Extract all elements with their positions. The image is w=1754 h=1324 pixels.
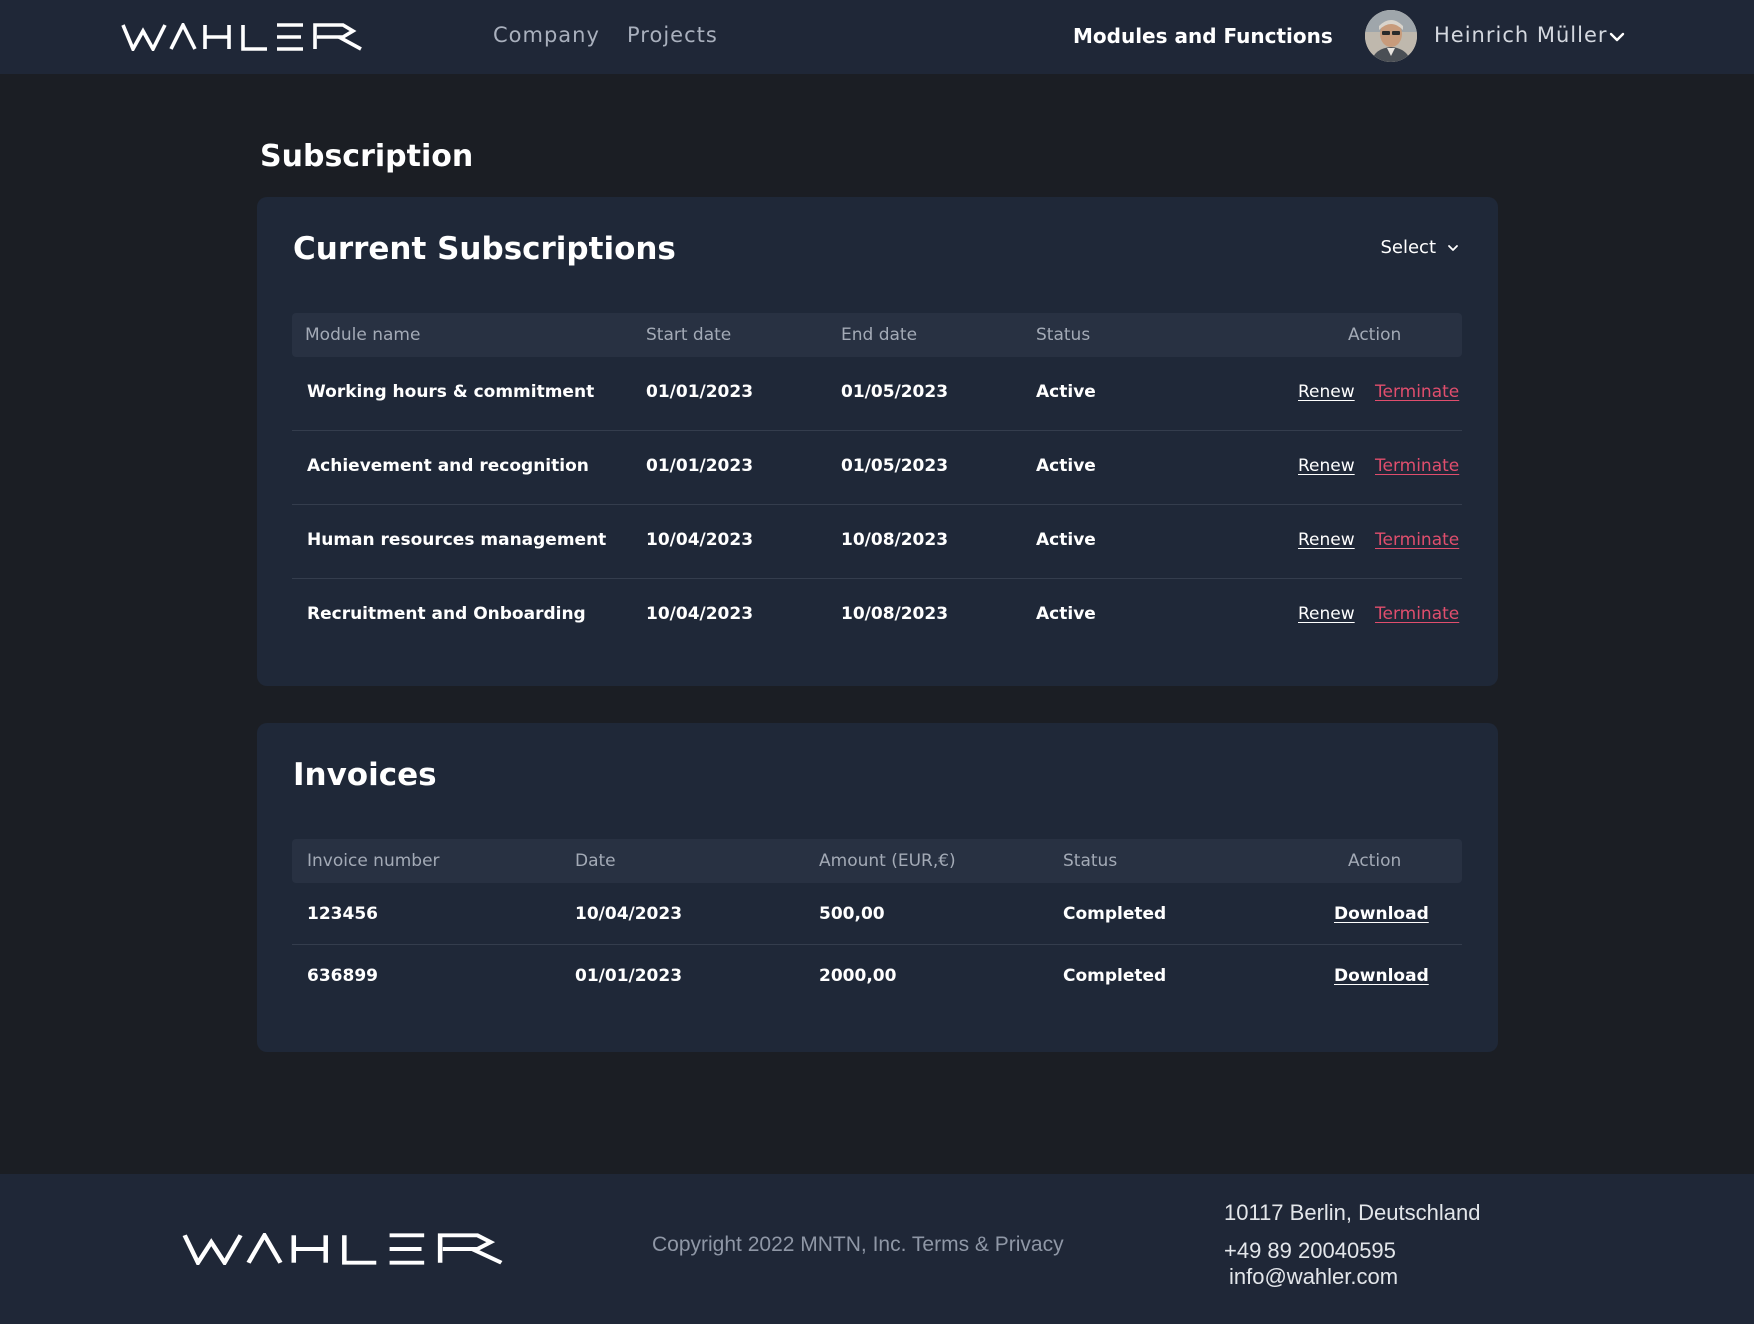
renew-link[interactable]: Renew: [1298, 604, 1355, 624]
column-header-start: Start date: [646, 325, 732, 345]
invoice-date: 01/01/2023: [575, 966, 683, 986]
status-text: Completed: [1063, 904, 1167, 924]
module-name: Working hours & commitment: [307, 382, 595, 402]
terminate-link[interactable]: Terminate: [1375, 604, 1459, 624]
end-date: 10/08/2023: [841, 604, 949, 624]
chevron-down-icon: [1448, 244, 1458, 251]
terms-privacy-link[interactable]: Terms & Privacy: [912, 1233, 1064, 1256]
card-title: Invoices: [293, 757, 437, 793]
table-row: 123456 10/04/2023 500,00 Completed Downl…: [292, 883, 1462, 945]
terminate-link[interactable]: Terminate: [1375, 382, 1459, 402]
start-date: 10/04/2023: [646, 604, 754, 624]
download-link[interactable]: Download: [1334, 904, 1429, 924]
status-text: Active: [1036, 604, 1096, 624]
subscriptions-table: Module name Start date End date Status A…: [292, 313, 1462, 652]
module-name: Achievement and recognition: [307, 456, 589, 476]
terminate-link[interactable]: Terminate: [1375, 456, 1459, 476]
invoice-number: 123456: [307, 904, 378, 924]
page-title: Subscription: [260, 139, 474, 174]
end-date: 10/08/2023: [841, 530, 949, 550]
module-name: Recruitment and Onboarding: [307, 604, 586, 624]
wahler-logo[interactable]: [121, 23, 366, 51]
invoices-table: Invoice number Date Amount (EUR,€) Statu…: [292, 839, 1462, 1006]
column-header-action: Action: [1348, 325, 1402, 345]
footer-phone[interactable]: +49 89 20040595: [1224, 1238, 1396, 1264]
status-text: Active: [1036, 456, 1096, 476]
column-header-status: Status: [1063, 851, 1118, 871]
user-avatar[interactable]: [1365, 10, 1417, 62]
footer-email[interactable]: info@wahler.com: [1229, 1264, 1398, 1290]
module-name: Human resources management: [307, 530, 607, 550]
start-date: 10/04/2023: [646, 530, 754, 550]
copyright: Copyright 2022 MNTN, Inc. Terms & Privac…: [652, 1233, 1064, 1257]
current-subscriptions-card: Current Subscriptions Select Module name…: [257, 197, 1498, 686]
start-date: 01/01/2023: [646, 456, 754, 476]
download-link[interactable]: Download: [1334, 966, 1429, 986]
status-text: Completed: [1063, 966, 1167, 986]
user-name[interactable]: Heinrich Müller: [1434, 23, 1608, 47]
nav-projects[interactable]: Projects: [627, 23, 718, 47]
table-header: Invoice number Date Amount (EUR,€) Statu…: [292, 839, 1462, 883]
wahler-logo[interactable]: [182, 1233, 508, 1265]
invoices-card: Invoices Invoice number Date Amount (EUR…: [257, 723, 1498, 1052]
status-text: Active: [1036, 530, 1096, 550]
end-date: 01/05/2023: [841, 456, 949, 476]
select-label: Select: [1380, 237, 1436, 258]
invoice-number: 636899: [307, 966, 378, 986]
table-row: Working hours & commitment 01/01/2023 01…: [292, 357, 1462, 431]
invoice-amount: 2000,00: [819, 966, 897, 986]
end-date: 01/05/2023: [841, 382, 949, 402]
column-header-module: Module name: [305, 325, 421, 345]
avatar-photo: [1365, 10, 1417, 62]
nav-company[interactable]: Company: [493, 23, 600, 47]
copyright-text: Copyright 2022 MNTN, Inc.: [652, 1233, 907, 1256]
footer: Copyright 2022 MNTN, Inc. Terms & Privac…: [0, 1174, 1754, 1324]
renew-link[interactable]: Renew: [1298, 382, 1355, 402]
nav-modules-and-functions[interactable]: Modules and Functions: [1073, 24, 1333, 48]
column-header-amount: Amount (EUR,€): [819, 851, 956, 871]
column-header-status: Status: [1036, 325, 1091, 345]
status-text: Active: [1036, 382, 1096, 402]
renew-link[interactable]: Renew: [1298, 530, 1355, 550]
column-header-date: Date: [575, 851, 616, 871]
table-row: 636899 01/01/2023 2000,00 Completed Down…: [292, 945, 1462, 1006]
start-date: 01/01/2023: [646, 382, 754, 402]
invoice-amount: 500,00: [819, 904, 885, 924]
table-row: Human resources management 10/04/2023 10…: [292, 505, 1462, 579]
footer-address: 10117 Berlin, Deutschland: [1224, 1200, 1481, 1225]
table-row: Achievement and recognition 01/01/2023 0…: [292, 431, 1462, 505]
top-navbar: Company Projects Modules and Functions H…: [0, 0, 1754, 74]
card-title: Current Subscriptions: [293, 231, 676, 267]
terminate-link[interactable]: Terminate: [1375, 530, 1459, 550]
column-header-end: End date: [841, 325, 918, 345]
column-header-action: Action: [1348, 851, 1402, 871]
column-header-invoice-number: Invoice number: [307, 851, 440, 871]
chevron-down-icon[interactable]: [1607, 27, 1627, 47]
select-dropdown[interactable]: Select: [1380, 237, 1460, 258]
renew-link[interactable]: Renew: [1298, 456, 1355, 476]
table-header: Module name Start date End date Status A…: [292, 313, 1462, 357]
invoice-date: 10/04/2023: [575, 904, 683, 924]
table-row: Recruitment and Onboarding 10/04/2023 10…: [292, 579, 1462, 652]
